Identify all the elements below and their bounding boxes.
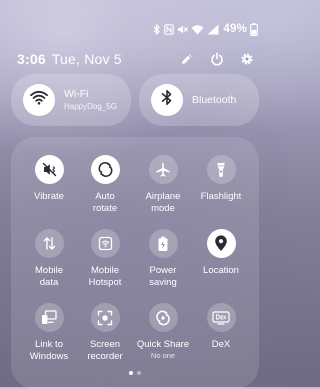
signal-icon bbox=[207, 24, 219, 35]
tile-dex[interactable]: DeX bbox=[188, 303, 254, 351]
edit-icon[interactable] bbox=[180, 52, 194, 66]
wifi-icon bbox=[30, 90, 48, 110]
wifi-toggle[interactable] bbox=[23, 84, 55, 116]
wifi-title: Wi-Fi bbox=[64, 88, 89, 100]
date[interactable]: Tue, Nov 5 bbox=[52, 51, 122, 67]
link-to-windows-icon bbox=[41, 310, 57, 325]
header-actions bbox=[180, 52, 254, 66]
tile-link-to-windows-button[interactable] bbox=[34, 303, 64, 332]
tile-screen-recorder[interactable]: Screen recorder bbox=[72, 303, 138, 363]
settings-icon[interactable] bbox=[240, 52, 254, 66]
tile-mobile-hotspot-label: Mobile Hotspot bbox=[88, 265, 122, 288]
tile-mobile-data-label: Mobile data bbox=[35, 265, 63, 288]
tile-vibrate-button[interactable] bbox=[34, 155, 64, 184]
tile-power-saving[interactable]: Power saving bbox=[130, 229, 196, 289]
tile-auto-rotate-label: Auto rotate bbox=[92, 191, 118, 214]
wifi-network-name: HappyDog_5G bbox=[64, 102, 117, 111]
power-icon[interactable] bbox=[210, 52, 224, 66]
tile-airplane-mode[interactable]: Airplane mode bbox=[130, 155, 196, 215]
tile-quick-share-sublabel: No one bbox=[150, 351, 176, 360]
tile-auto-rotate[interactable]: Auto rotate bbox=[72, 155, 138, 215]
power-saving-icon bbox=[157, 236, 169, 252]
nfc-icon bbox=[164, 23, 175, 35]
tile-quick-share[interactable]: Quick Share No one bbox=[130, 303, 196, 361]
tile-mobile-hotspot-button[interactable] bbox=[90, 229, 120, 258]
status-bar: 49% bbox=[153, 22, 258, 36]
page-dot-1[interactable] bbox=[129, 371, 133, 375]
tile-link-to-windows-label: Link to Windows bbox=[29, 339, 69, 362]
page-dot-2[interactable] bbox=[137, 371, 141, 375]
tile-location-button[interactable] bbox=[206, 229, 236, 258]
wifi-card[interactable]: Wi-Fi HappyDog_5G bbox=[11, 74, 131, 126]
tile-location-label: Location bbox=[203, 265, 239, 276]
battery-icon bbox=[250, 22, 258, 36]
tile-quick-share-button[interactable] bbox=[148, 303, 178, 332]
tile-vibrate-label: Vibrate bbox=[34, 191, 64, 202]
tile-power-saving-label: Power saving bbox=[149, 265, 177, 288]
flashlight-icon bbox=[214, 162, 228, 178]
hotspot-icon bbox=[98, 236, 113, 251]
auto-rotate-icon bbox=[97, 161, 114, 178]
clock: 3:06 bbox=[17, 51, 46, 67]
tile-dex-button[interactable] bbox=[206, 303, 236, 332]
airplane-icon bbox=[155, 162, 171, 178]
page-indicator bbox=[0, 371, 270, 375]
dex-icon bbox=[212, 310, 230, 325]
bluetooth-toggle[interactable] bbox=[151, 84, 183, 116]
mobile-data-icon bbox=[42, 236, 57, 251]
battery-percent: 49% bbox=[223, 23, 247, 35]
quick-share-icon bbox=[155, 310, 171, 326]
tile-mobile-data-button[interactable] bbox=[34, 229, 64, 258]
bluetooth-icon bbox=[161, 89, 173, 111]
tile-power-saving-button[interactable] bbox=[148, 229, 178, 258]
location-icon bbox=[214, 235, 228, 252]
mute-icon bbox=[177, 24, 189, 35]
wifi-status-icon bbox=[191, 24, 204, 35]
quick-settings-panel: Vibrate Auto rotate Airplane mode Flashl… bbox=[11, 137, 259, 389]
tile-mobile-hotspot[interactable]: Mobile Hotspot bbox=[72, 229, 138, 289]
tile-airplane-mode-button[interactable] bbox=[148, 155, 178, 184]
tile-location[interactable]: Location bbox=[188, 229, 254, 277]
tile-flashlight[interactable]: Flashlight bbox=[188, 155, 254, 203]
bluetooth-card[interactable]: Bluetooth bbox=[139, 74, 259, 126]
tile-airplane-mode-label: Airplane mode bbox=[145, 191, 181, 214]
bluetooth-status-icon bbox=[153, 23, 161, 35]
tile-flashlight-button[interactable] bbox=[206, 155, 236, 184]
screen-recorder-icon bbox=[97, 310, 113, 326]
tile-quick-share-label: Quick Share bbox=[136, 339, 190, 350]
tile-flashlight-label: Flashlight bbox=[200, 191, 242, 202]
bluetooth-title: Bluetooth bbox=[192, 93, 237, 106]
tile-auto-rotate-button[interactable] bbox=[90, 155, 120, 184]
quick-panel-header: 3:06 Tue, Nov 5 bbox=[17, 48, 254, 70]
tile-screen-recorder-button[interactable] bbox=[90, 303, 120, 332]
tile-dex-label: DeX bbox=[211, 339, 231, 350]
tile-screen-recorder-label: Screen recorder bbox=[87, 339, 123, 362]
vibrate-icon bbox=[41, 161, 58, 178]
